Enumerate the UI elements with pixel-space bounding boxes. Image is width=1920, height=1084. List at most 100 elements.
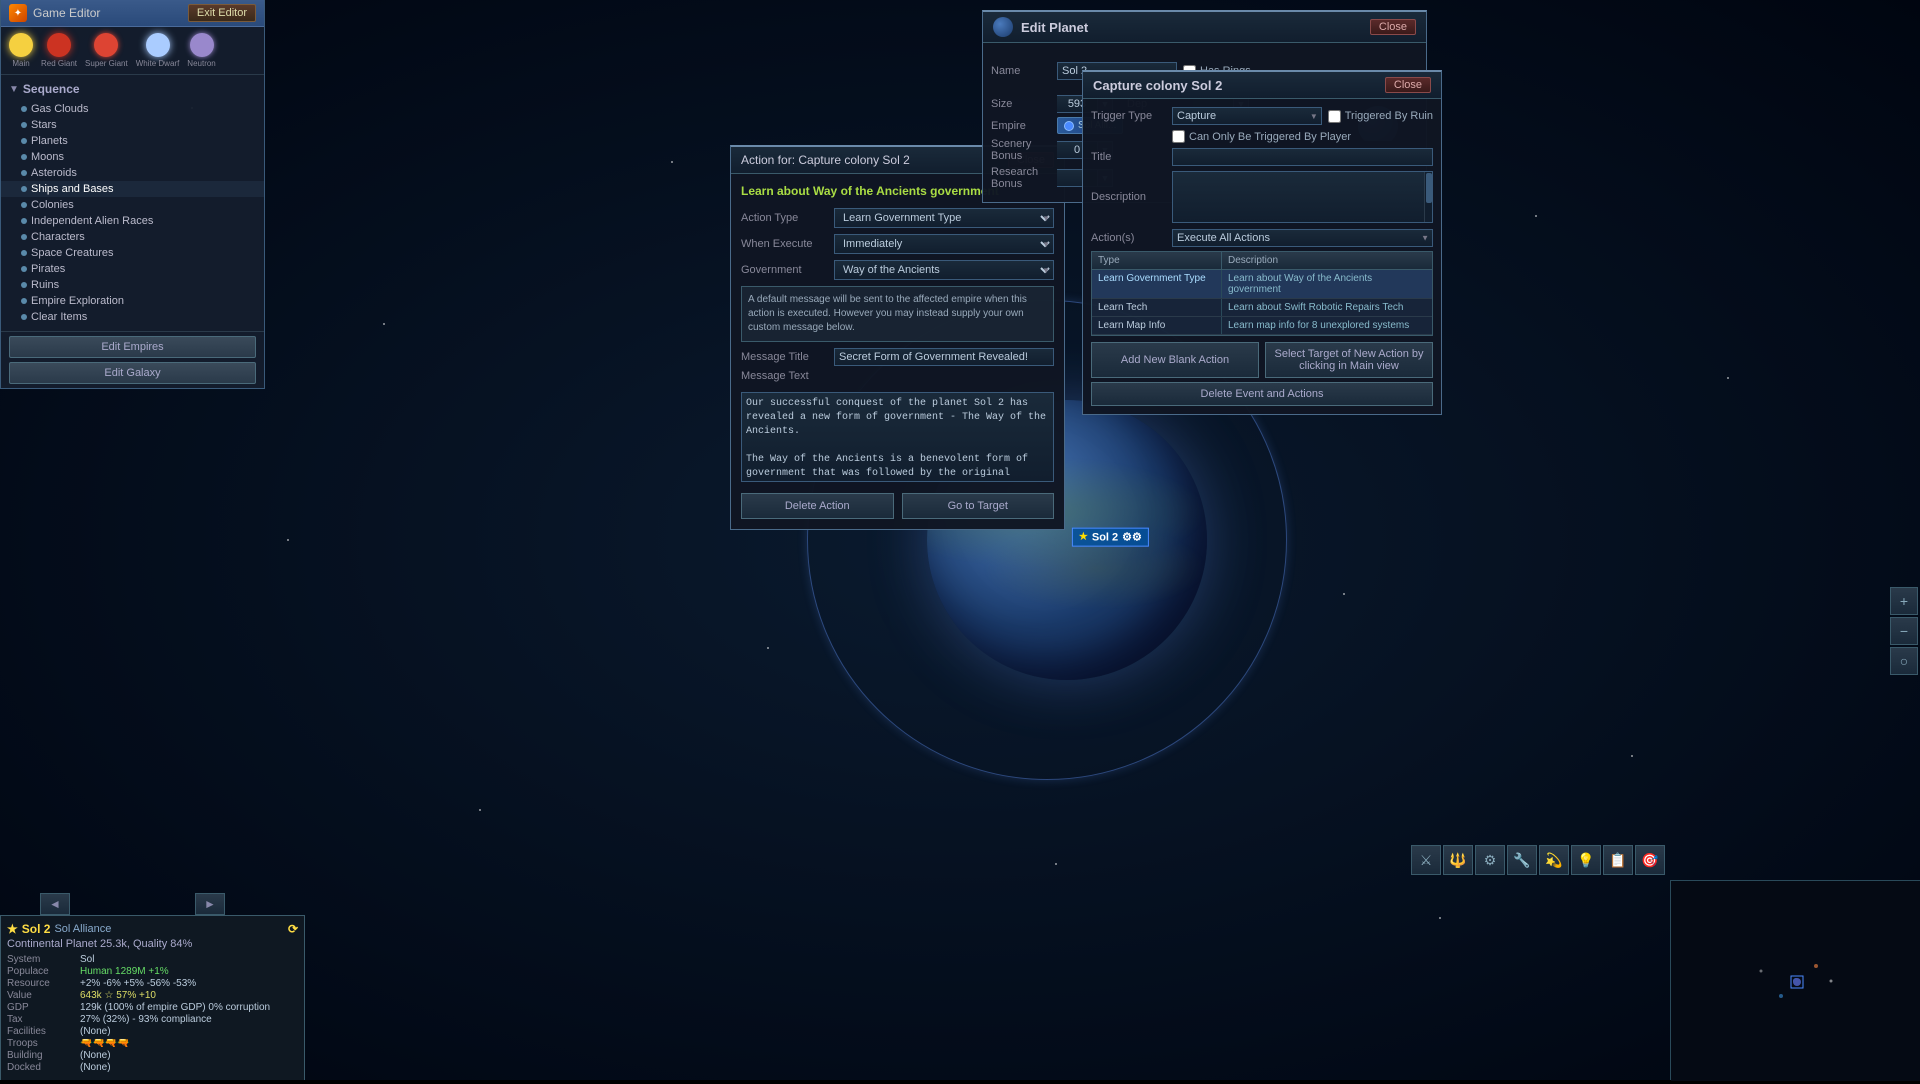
neutron-label: Neutron	[187, 59, 215, 68]
sidebar-item-independent-alien-races[interactable]: Independent Alien Races	[1, 213, 264, 229]
sidebar-item-asteroids[interactable]: Asteroids	[1, 165, 264, 181]
ruins-dot	[21, 282, 27, 288]
delete-event-button[interactable]: Delete Event and Actions	[1091, 382, 1433, 406]
capture-panel: Capture colony Sol 2 Close Trigger Type …	[1082, 70, 1442, 415]
tax-label: Tax	[7, 1014, 72, 1025]
message-text-input[interactable]: Our successful conquest of the planet So…	[741, 392, 1054, 482]
next-arrow[interactable]: ►	[195, 893, 225, 915]
resource-label: Resource	[7, 978, 72, 989]
action-type-select[interactable]: Learn Government Type	[834, 208, 1054, 228]
sidebar-item-clear-items[interactable]: Clear Items	[1, 309, 264, 325]
star-option-white-dwarf[interactable]: White Dwarf	[136, 33, 180, 68]
edit-planet-close-button[interactable]: Close	[1370, 19, 1416, 35]
sidebar-item-planets[interactable]: Planets	[1, 133, 264, 149]
populace-row: Populace Human 1289M +1%	[7, 966, 298, 977]
toolbar-icon-1[interactable]: 🔱	[1443, 845, 1473, 875]
moons-label: Moons	[31, 151, 64, 163]
exit-editor-button[interactable]: Exit Editor	[188, 4, 256, 22]
sidebar-item-characters[interactable]: Characters	[1, 229, 264, 245]
go-to-target-button[interactable]: Go to Target	[902, 493, 1055, 519]
edit-planet-title-text: Edit Planet	[1021, 20, 1088, 35]
facilities-value: (None)	[80, 1026, 111, 1037]
tax-row: Tax 27% (32%) - 93% compliance	[7, 1014, 298, 1025]
col-description-header: Description	[1222, 252, 1432, 269]
sequence-label: Sequence	[23, 82, 80, 96]
sequence-section: ▼ Sequence Gas Clouds Stars Planets Moon…	[1, 75, 264, 332]
sidebar-item-moons[interactable]: Moons	[1, 149, 264, 165]
sidebar-item-stars[interactable]: Stars	[1, 117, 264, 133]
prev-arrow[interactable]: ◄	[40, 893, 70, 915]
white-dwarf-circle	[146, 33, 170, 57]
cp-action-buttons: Add New Blank Action Select Target of Ne…	[1091, 342, 1433, 378]
toolbar-icon-4[interactable]: 💫	[1539, 845, 1569, 875]
star-option-main[interactable]: Main	[9, 33, 33, 68]
actions-table-container: Type Description Learn Government Type L…	[1091, 251, 1433, 336]
trigger-type-select[interactable]: Capture	[1172, 107, 1322, 125]
empire-label: Empire Exploration	[31, 295, 124, 307]
map-zoom-in[interactable]: +	[1890, 587, 1918, 615]
sidebar-item-pirates[interactable]: Pirates	[1, 261, 264, 277]
colonies-label: Colonies	[31, 199, 74, 211]
star-option-super-giant[interactable]: Super Giant	[85, 33, 128, 68]
map-reset[interactable]: ○	[1890, 647, 1918, 675]
edit-planet-titlebar: Edit Planet Close	[983, 12, 1426, 43]
docked-label: Docked	[7, 1062, 72, 1073]
add-new-blank-action-button[interactable]: Add New Blank Action	[1091, 342, 1259, 378]
troops-value: 🔫🔫🔫🔫	[80, 1038, 130, 1049]
delete-action-button[interactable]: Delete Action	[741, 493, 894, 519]
select-target-button[interactable]: Select Target of New Action by clicking …	[1265, 342, 1433, 378]
gdp-label: GDP	[7, 1002, 72, 1013]
message-title-label: Message Title	[741, 351, 826, 363]
star-option-red-giant[interactable]: Red Giant	[41, 33, 77, 68]
characters-label: Characters	[31, 231, 85, 243]
table-row-1[interactable]: Learn Tech Learn about Swift Robotic Rep…	[1092, 299, 1432, 317]
map-zoom-out[interactable]: −	[1890, 617, 1918, 645]
refresh-icon[interactable]: ⟳	[288, 922, 298, 936]
sidebar-item-space-creatures[interactable]: Space Creatures	[1, 245, 264, 261]
facilities-row: Facilities (None)	[7, 1026, 298, 1037]
facilities-label: Facilities	[7, 1026, 72, 1037]
toolbar-icon-2[interactable]: ⚙	[1475, 845, 1505, 875]
ep-name-label: Name	[991, 65, 1051, 77]
building-value: (None)	[80, 1050, 111, 1061]
actions-select[interactable]: Execute All Actions	[1172, 229, 1433, 247]
when-execute-row: When Execute Immediately	[741, 234, 1054, 254]
toolbar-icon-0[interactable]: ⚔	[1411, 845, 1441, 875]
cp-description-area[interactable]	[1173, 172, 1424, 222]
sidebar-item-gas-clouds[interactable]: Gas Clouds	[1, 101, 264, 117]
toolbar-icon-3[interactable]: 🔧	[1507, 845, 1537, 875]
sidebar-item-colonies[interactable]: Colonies	[1, 197, 264, 213]
table-row-0[interactable]: Learn Government Type Learn about Way of…	[1092, 270, 1432, 299]
toolbar-icon-6[interactable]: 📋	[1603, 845, 1633, 875]
message-title-input[interactable]	[834, 348, 1054, 366]
sidebar-item-empire-exploration[interactable]: Empire Exploration	[1, 293, 264, 309]
triggered-by-ruin-checkbox[interactable]	[1328, 110, 1341, 123]
ep-research-label: Research Bonus	[991, 166, 1051, 190]
action-dialog-buttons: Delete Action Go to Target	[741, 493, 1054, 519]
gas-clouds-dot	[21, 106, 27, 112]
edit-empires-button[interactable]: Edit Empires	[9, 336, 256, 358]
table-header: Type Description	[1092, 252, 1432, 270]
can-only-be-triggered-checkbox[interactable]	[1172, 130, 1185, 143]
stars-dot	[21, 122, 27, 128]
action-type-label: Action Type	[741, 212, 826, 224]
desc-scrollbar[interactable]	[1424, 172, 1432, 222]
toolbar-icon-5[interactable]: 💡	[1571, 845, 1601, 875]
planets-dot	[21, 138, 27, 144]
cp-title-input[interactable]	[1172, 148, 1433, 166]
sidebar-item-ships-and-bases[interactable]: Ships and Bases	[1, 181, 264, 197]
star-option-neutron[interactable]: Neutron	[187, 33, 215, 68]
government-select[interactable]: Way of the Ancients	[834, 260, 1054, 280]
can-only-text: Can Only Be Triggered By Player	[1189, 131, 1351, 143]
asteroids-dot	[21, 170, 27, 176]
table-row-2[interactable]: Learn Map Info Learn map info for 8 unex…	[1092, 317, 1432, 335]
capture-panel-close-button[interactable]: Close	[1385, 77, 1431, 93]
edit-galaxy-button[interactable]: Edit Galaxy	[9, 362, 256, 384]
game-editor-titlebar: ✦ Game Editor Exit Editor	[1, 0, 264, 27]
editor-icon: ✦	[9, 4, 27, 22]
actions-select-wrapper: Execute All Actions	[1172, 229, 1433, 247]
table-cell-type-1: Learn Tech	[1092, 299, 1222, 316]
sidebar-item-ruins[interactable]: Ruins	[1, 277, 264, 293]
toolbar-icon-7[interactable]: 🎯	[1635, 845, 1665, 875]
when-execute-select[interactable]: Immediately	[834, 234, 1054, 254]
